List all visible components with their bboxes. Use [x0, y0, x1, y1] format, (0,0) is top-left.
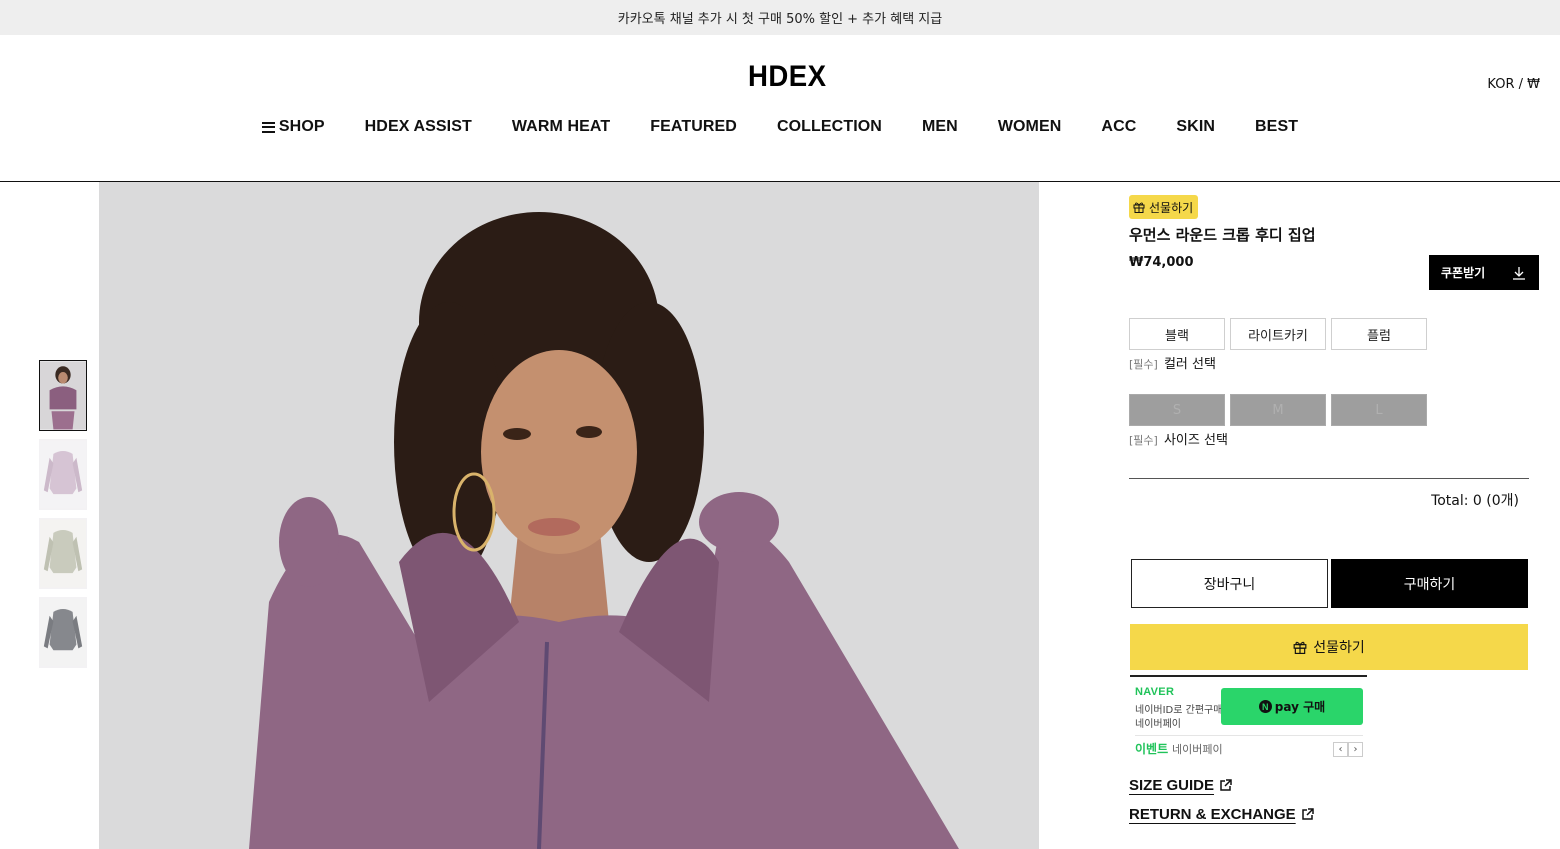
download-icon — [1513, 266, 1525, 280]
size-options: S M L — [1129, 394, 1432, 426]
gift-badge-label: 선물하기 — [1149, 200, 1194, 215]
npay-event-label: 이벤트 — [1135, 742, 1169, 756]
return-exchange-label: RETURN & EXCHANGE — [1129, 806, 1296, 823]
external-link-icon — [1301, 808, 1314, 820]
color-select-text: 컬러 선택 — [1163, 357, 1216, 372]
color-select-label: [필수] 컬러 선택 — [1129, 353, 1216, 372]
nav-men[interactable]: MEN — [922, 118, 958, 136]
thumbnail-black[interactable] — [39, 597, 87, 668]
return-exchange-link[interactable]: RETURN & EXCHANGE — [1129, 806, 1314, 823]
size-required-tag: [필수] — [1129, 434, 1158, 447]
npay-event-text[interactable]: 네이버페이 — [1172, 741, 1223, 757]
product-info-panel: 선물하기 우먼스 라운드 크롭 후디 집업 ₩74,000 쿠폰받기 블랙 라이… — [1129, 195, 1541, 823]
nav-acc[interactable]: ACC — [1101, 118, 1136, 136]
size-option-l[interactable]: L — [1331, 394, 1427, 426]
nav-collection[interactable]: COLLECTION — [777, 118, 882, 136]
npay-buy-label: pay 구매 — [1274, 700, 1326, 714]
announcement-text[interactable]: 카카오톡 채널 추가 시 첫 구매 50% 할인 + 추가 혜택 지급 — [618, 8, 942, 27]
total-price: Total: 0 (0개) — [1431, 493, 1519, 509]
color-required-tag: [필수] — [1129, 358, 1158, 371]
nav-shop-label: SHOP — [278, 118, 325, 135]
thumbnail-plum[interactable] — [39, 439, 87, 510]
size-guide-label: SIZE GUIDE — [1129, 777, 1215, 794]
nav-warm-heat[interactable]: WARM HEAT — [512, 118, 610, 136]
thumbnail-light-khaki[interactable] — [39, 518, 87, 589]
naver-logo: NAVER — [1135, 686, 1175, 698]
locale-selector[interactable]: KOR / ₩ — [1487, 77, 1540, 92]
hamburger-icon — [261, 121, 275, 133]
color-options: 블랙 라이트카키 플럼 — [1129, 318, 1432, 350]
size-select-label: [필수] 사이즈 선택 — [1129, 429, 1228, 448]
black-hoodie-thumbnail — [40, 598, 86, 667]
gift-button-label: 선물하기 — [1313, 640, 1365, 656]
npay-next-arrow-icon[interactable]: › — [1348, 742, 1363, 757]
color-option-plum[interactable]: 플럼 — [1331, 318, 1427, 350]
size-option-m[interactable]: M — [1230, 394, 1326, 426]
external-link-icon — [1220, 779, 1232, 791]
size-option-s[interactable]: S — [1129, 394, 1225, 426]
nav-best[interactable]: BEST — [1255, 118, 1298, 136]
nav-women[interactable]: WOMEN — [998, 118, 1062, 136]
npay-event-divider — [1135, 735, 1363, 736]
size-guide-link[interactable]: SIZE GUIDE — [1129, 777, 1232, 794]
nav-hdex-assist[interactable]: HDEX ASSIST — [365, 118, 472, 136]
color-option-light-khaki[interactable]: 라이트카키 — [1230, 318, 1326, 350]
coupon-download-button[interactable]: 쿠폰받기 — [1429, 255, 1539, 290]
naver-pay-widget: NAVER 네이버ID로 간편구매 네이버페이 N pay 구매 이벤트 네이버… — [1130, 675, 1367, 763]
nav-skin[interactable]: SKIN — [1176, 118, 1215, 136]
npay-buy-button[interactable]: N pay 구매 — [1221, 688, 1363, 725]
nav-shop[interactable]: SHOP — [261, 118, 325, 136]
npay-description-2: 네이버페이 — [1135, 719, 1181, 730]
main-product-image[interactable] — [99, 182, 1039, 849]
gift-icon — [1133, 202, 1145, 213]
khaki-hoodie-thumbnail — [40, 519, 86, 588]
nav-featured[interactable]: FEATURED — [650, 118, 737, 136]
plum-hoodie-thumbnail — [40, 440, 86, 509]
gift-icon — [1293, 641, 1307, 654]
announcement-bar[interactable]: 카카오톡 채널 추가 시 첫 구매 50% 할인 + 추가 혜택 지급 — [0, 0, 1560, 35]
thumbnail-model[interactable] — [39, 360, 87, 431]
npay-description-1: 네이버ID로 간편구매 — [1135, 705, 1223, 716]
gift-badge[interactable]: 선물하기 — [1129, 195, 1199, 219]
npay-n-icon: N — [1258, 700, 1272, 713]
thumbnail-list — [39, 360, 88, 676]
main-nav: SHOP HDEX ASSIST WARM HEAT FEATURED COLL… — [0, 118, 1560, 136]
logo[interactable]: HDEX — [748, 60, 827, 94]
product-name: 우먼스 라운드 크롭 후디 집업 — [1129, 226, 1316, 244]
model-thumbnail-image — [40, 361, 86, 430]
npay-prev-arrow-icon[interactable]: ‹ — [1333, 742, 1348, 757]
buy-now-button[interactable]: 구매하기 — [1331, 559, 1528, 608]
options-divider — [1129, 478, 1529, 479]
size-select-text: 사이즈 선택 — [1163, 433, 1228, 448]
coupon-label: 쿠폰받기 — [1441, 266, 1486, 280]
gift-button[interactable]: 선물하기 — [1130, 624, 1528, 670]
add-to-cart-button[interactable]: 장바구니 — [1131, 559, 1328, 608]
model-photo — [99, 182, 1039, 849]
color-option-black[interactable]: 블랙 — [1129, 318, 1225, 350]
